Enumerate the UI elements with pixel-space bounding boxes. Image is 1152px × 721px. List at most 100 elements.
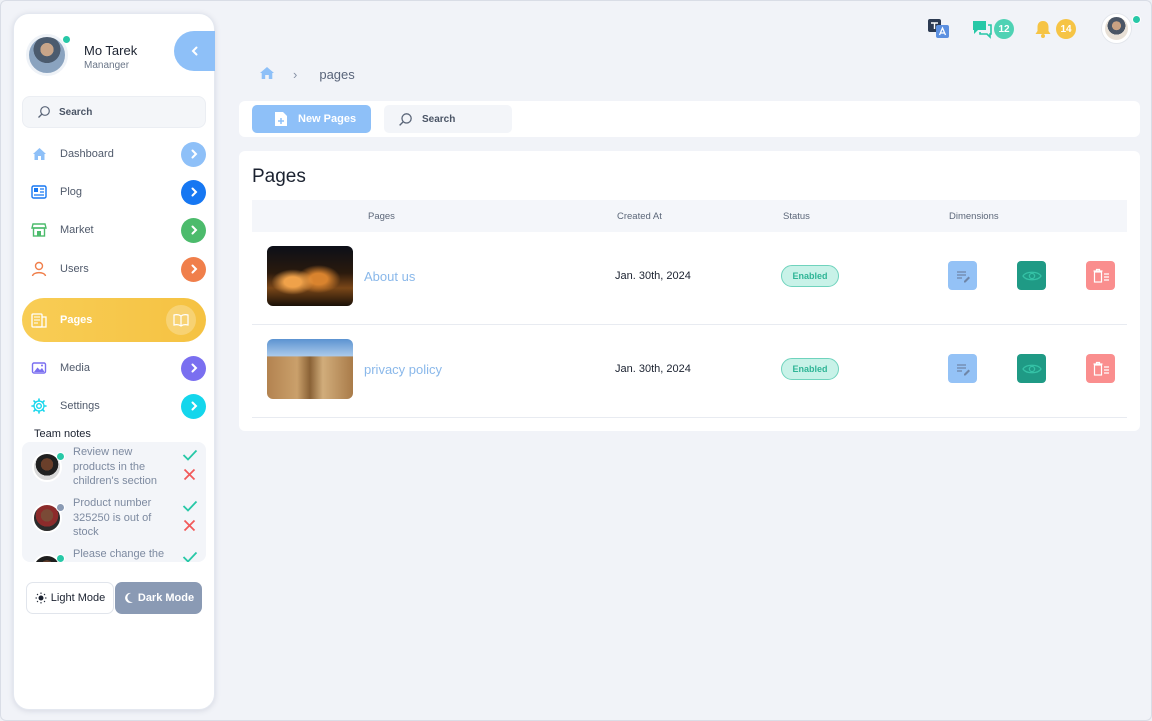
moon-icon: [124, 592, 133, 603]
column-header-pages: Pages: [368, 211, 395, 222]
sidebar-item-label: Media: [60, 362, 90, 374]
search-icon: [38, 106, 50, 118]
edit-icon: [956, 270, 970, 282]
light-mode-button[interactable]: Light Mode: [26, 582, 114, 614]
sidebar-item-pages[interactable]: Pages: [22, 298, 206, 342]
column-header-status: Status: [783, 211, 810, 222]
status-badge: Enabled: [781, 265, 839, 287]
home-icon: [30, 145, 48, 163]
check-icon[interactable]: [182, 499, 198, 517]
breadcrumb-current: pages: [319, 66, 355, 82]
page-name-link[interactable]: About us: [364, 269, 415, 284]
pages-toolbar: New Pages Search: [239, 101, 1140, 137]
sidebar: Mo Tarek Mananger Search Dashboard Plog: [13, 13, 215, 710]
eye-icon: [1021, 364, 1042, 373]
sidebar-item-label: Pages: [60, 314, 93, 326]
created-at: Jan. 30th, 2024: [615, 270, 691, 282]
sidebar-item-label: Dashboard: [60, 148, 114, 160]
sidebar-item-media[interactable]: Media: [22, 352, 206, 384]
team-notes-title: Team notes: [34, 428, 91, 440]
list-item: Review new products in the children's se…: [22, 442, 206, 492]
chevron-right-icon: [181, 355, 206, 381]
user-icon: [30, 260, 48, 278]
new-pages-button[interactable]: New Pages: [252, 105, 371, 133]
online-status-dot: [56, 554, 65, 562]
online-status-dot: [56, 452, 65, 461]
team-notes-list[interactable]: Review new products in the children's se…: [22, 442, 206, 562]
offline-status-dot: [56, 503, 65, 512]
close-icon[interactable]: [183, 468, 196, 486]
messages-count-badge: 12: [994, 19, 1014, 39]
chat-icon: [973, 21, 992, 39]
trash-icon: [1093, 361, 1109, 376]
sidebar-item-dashboard[interactable]: Dashboard: [22, 138, 206, 170]
note-text: Product number 325250 is out of stock: [73, 497, 152, 538]
sidebar-item-settings[interactable]: Settings: [22, 390, 206, 422]
app-window: Mo Tarek Mananger Search Dashboard Plog: [0, 0, 1152, 721]
open-book-icon: [166, 305, 196, 335]
view-button[interactable]: [1017, 261, 1046, 290]
sidebar-item-plog[interactable]: Plog: [22, 176, 206, 208]
user-avatar-button[interactable]: [1102, 14, 1131, 43]
check-icon[interactable]: [182, 448, 198, 466]
page-title: Pages: [252, 166, 306, 187]
pages-icon: [30, 311, 48, 329]
chevron-right-icon: [181, 141, 206, 167]
check-icon[interactable]: [182, 550, 198, 562]
new-pages-label: New Pages: [298, 113, 357, 125]
profile-role: Mananger: [84, 60, 130, 71]
notifications-count-badge: 14: [1056, 19, 1076, 39]
sun-icon: [35, 592, 47, 604]
new-file-icon: [275, 112, 287, 126]
sidebar-item-market[interactable]: Market: [22, 214, 206, 246]
created-at: Jan. 30th, 2024: [615, 363, 691, 375]
trash-icon: [1093, 268, 1109, 283]
sidebar-item-label: Settings: [60, 400, 100, 412]
sidebar-item-label: Plog: [60, 186, 83, 198]
sidebar-item-label: Users: [60, 263, 89, 275]
chevron-right-icon: [181, 393, 206, 419]
notifications-button[interactable]: 14: [1033, 15, 1076, 43]
light-mode-label: Light Mode: [50, 592, 106, 604]
edit-button[interactable]: [948, 354, 977, 383]
edit-icon: [956, 363, 970, 375]
theme-toggle: Light Mode Dark Mode: [26, 582, 204, 616]
home-icon[interactable]: [259, 66, 275, 83]
page-thumbnail: [267, 246, 353, 306]
profile-name: Mo Tarek: [84, 43, 138, 58]
chevron-right-icon: [181, 217, 206, 243]
delete-button[interactable]: [1086, 354, 1115, 383]
sidebar-item-users[interactable]: Users: [22, 253, 206, 285]
list-item: Product number 325250 is out of stock: [22, 493, 206, 543]
pages-search-input[interactable]: Search: [384, 105, 512, 133]
blog-icon: [30, 183, 48, 201]
pages-card: Pages Pages Created At Status Dimensions…: [239, 151, 1140, 431]
messages-button[interactable]: 12: [971, 15, 1014, 43]
sidebar-search-input[interactable]: Search: [22, 96, 206, 128]
table-row: privacy policy Jan. 30th, 2024 Enabled: [252, 325, 1127, 418]
table-header: Pages Created At Status Dimensions: [252, 200, 1127, 232]
chevron-left-icon: [191, 46, 197, 56]
eye-icon: [1021, 271, 1042, 280]
pages-search-placeholder: Search: [422, 113, 456, 125]
close-icon[interactable]: [183, 519, 196, 537]
bell-icon: [1035, 21, 1051, 38]
column-header-dimensions: Dimensions: [949, 211, 999, 222]
translate-icon: [928, 19, 949, 38]
list-item: Please change the: [22, 544, 206, 562]
sidebar-item-label: Market: [60, 224, 94, 236]
page-name-link[interactable]: privacy policy: [364, 362, 442, 377]
chevron-right-icon: [181, 179, 206, 205]
online-status-dot: [1132, 15, 1141, 24]
collapse-sidebar-button[interactable]: [174, 31, 215, 71]
dark-mode-button[interactable]: Dark Mode: [115, 582, 202, 614]
column-header-created-at: Created At: [617, 211, 662, 222]
search-icon: [399, 112, 412, 126]
view-button[interactable]: [1017, 354, 1046, 383]
translate-button[interactable]: [927, 15, 951, 43]
store-icon: [30, 221, 48, 239]
delete-button[interactable]: [1086, 261, 1115, 290]
online-status-dot: [62, 35, 71, 44]
gear-icon: [30, 397, 48, 415]
edit-button[interactable]: [948, 261, 977, 290]
